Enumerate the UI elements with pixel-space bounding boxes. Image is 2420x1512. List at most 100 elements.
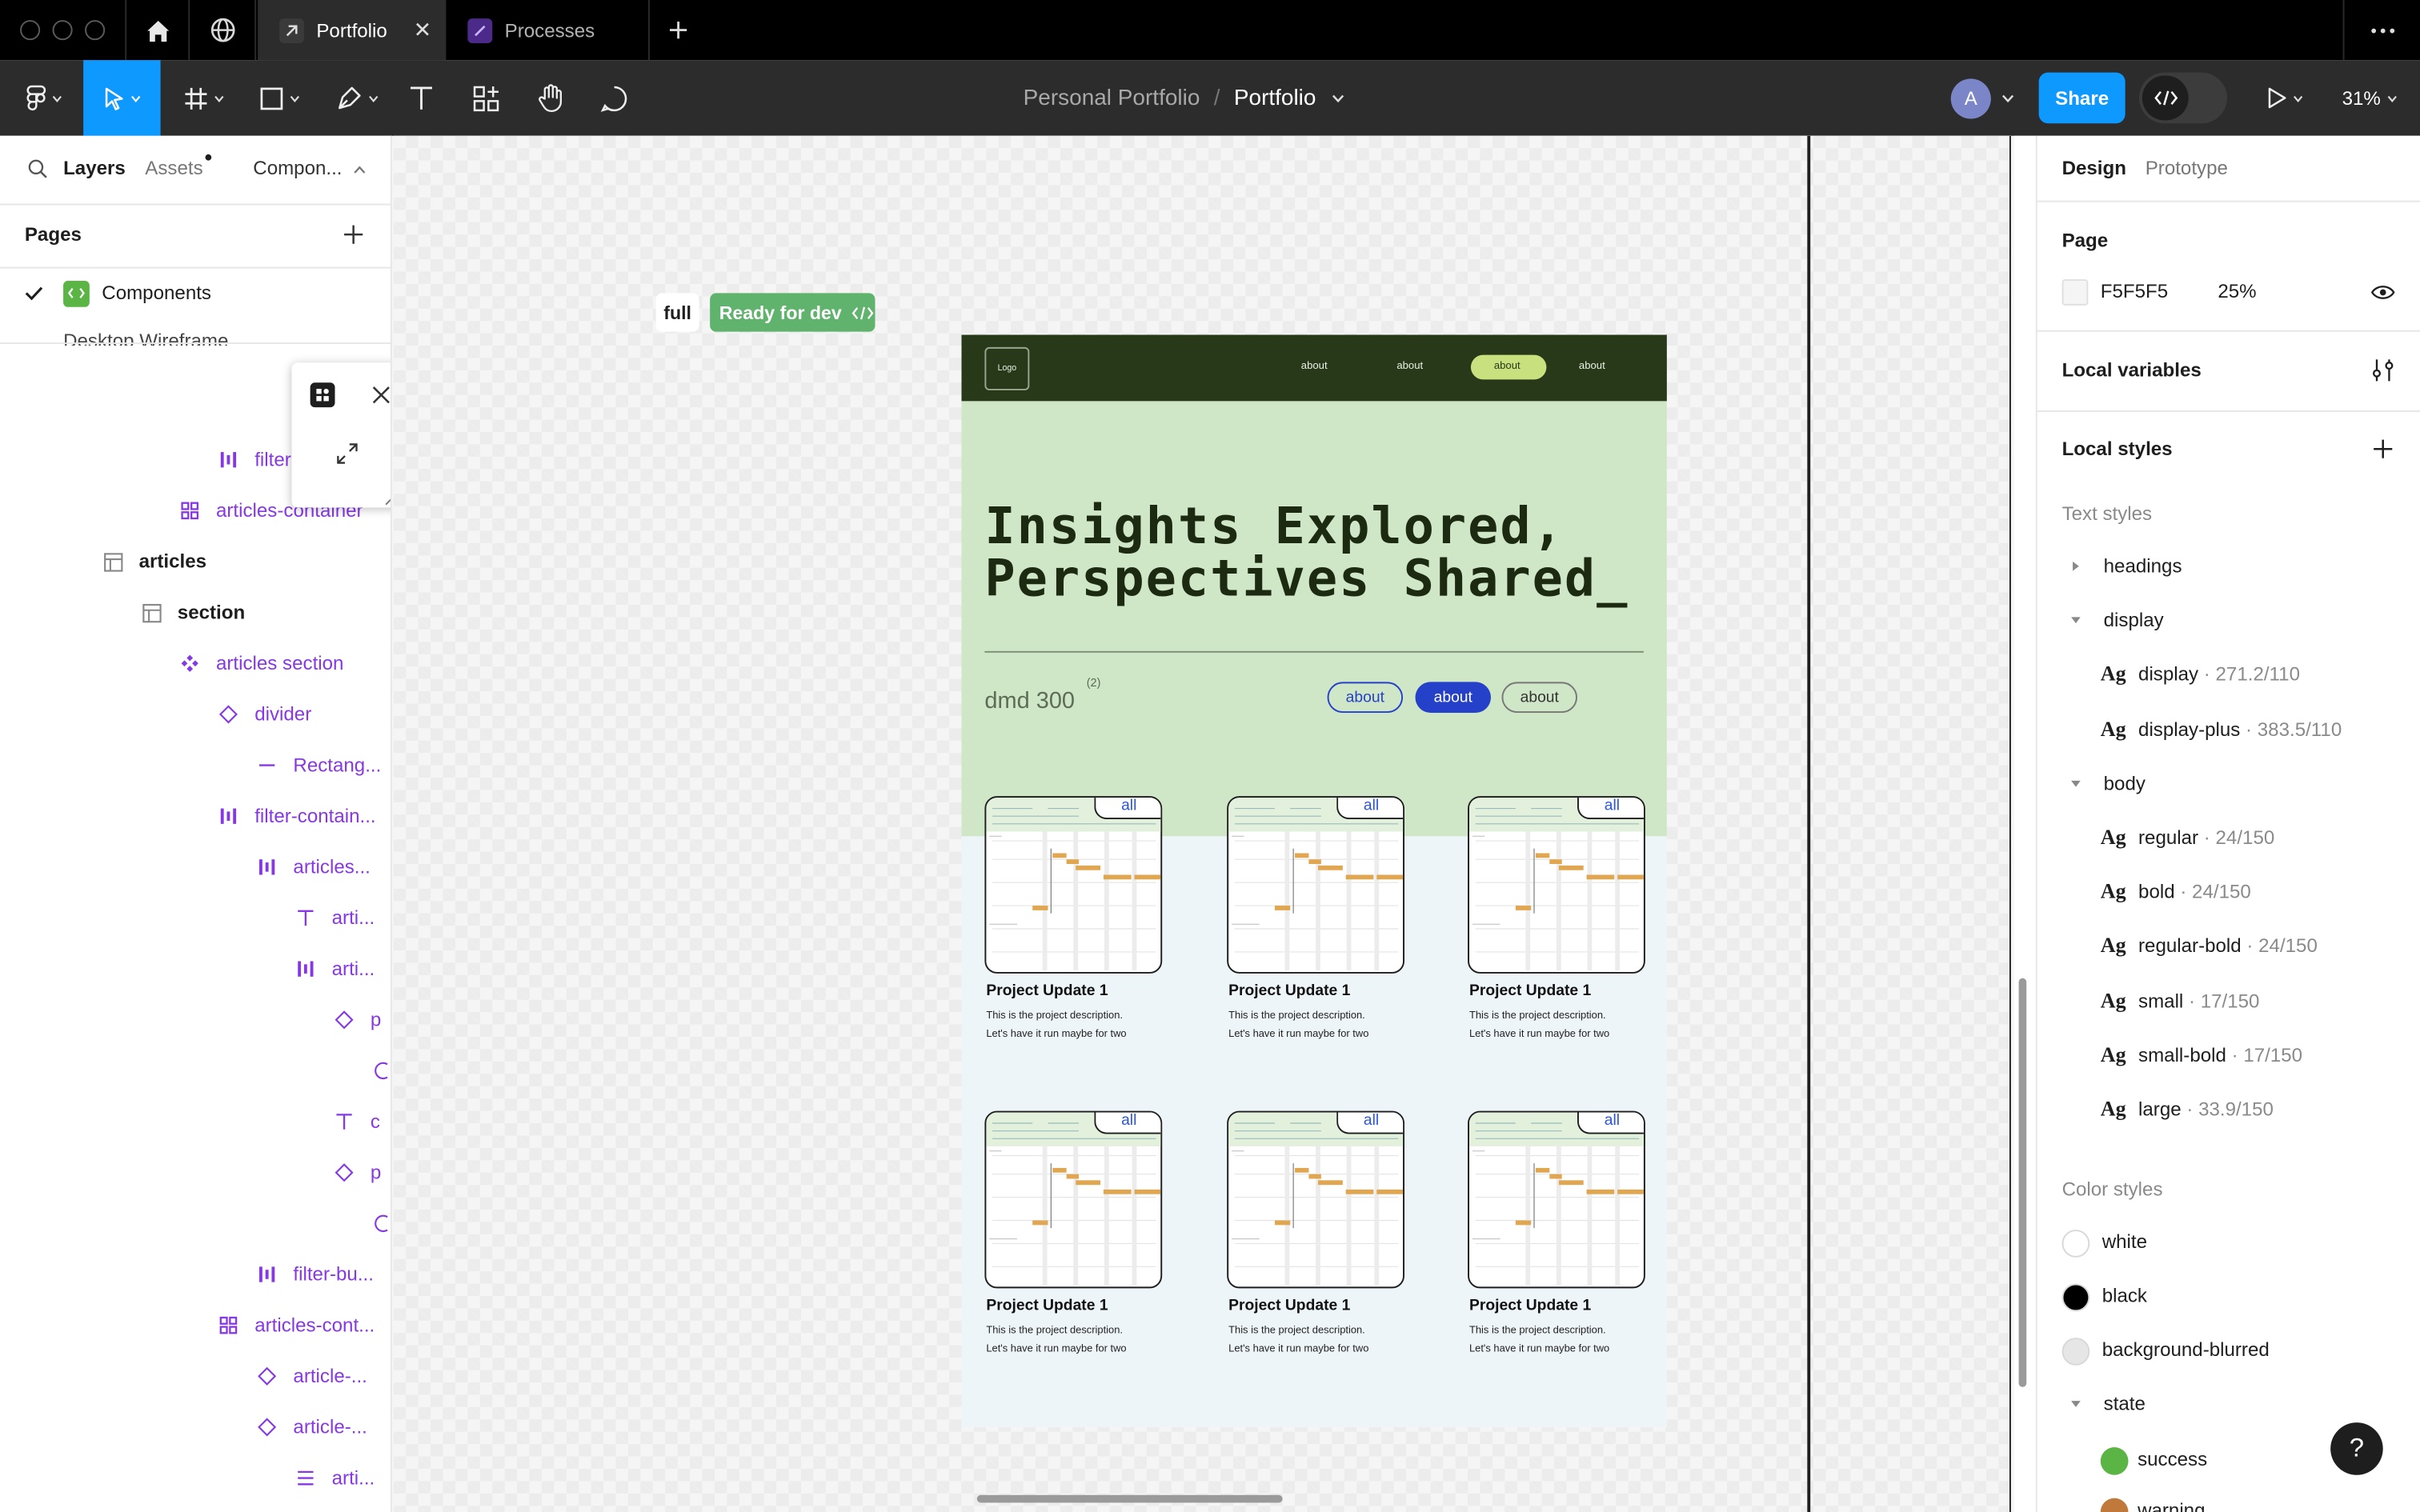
color-style-group[interactable]: state: [2069, 1393, 2146, 1414]
layer-item[interactable]: p: [334, 1157, 382, 1188]
comment-tool-button[interactable]: [591, 60, 638, 135]
chevron-down-icon[interactable]: [1332, 94, 1344, 103]
layer-item[interactable]: arti...: [294, 902, 375, 934]
layer-label: section: [177, 602, 246, 624]
layer-item[interactable]: divider: [218, 699, 311, 730]
dev-mode-toggle[interactable]: [2138, 72, 2227, 124]
horizontal-scrollbar[interactable]: [976, 1494, 1283, 1503]
chevron-down-icon[interactable]: [2001, 94, 2014, 104]
move-tool-button[interactable]: [83, 60, 161, 136]
window-minimize-control[interactable]: [52, 20, 73, 41]
text-style-group[interactable]: headings: [2069, 555, 2182, 577]
share-button[interactable]: Share: [2038, 72, 2126, 124]
color-style-name[interactable]: white: [2102, 1231, 2147, 1253]
layer-item[interactable]: c: [334, 1106, 380, 1138]
eye-icon[interactable]: [2370, 284, 2395, 301]
breadcrumb-project[interactable]: Personal Portfolio: [1024, 86, 1200, 110]
text-style-item[interactable]: Ag large · 33.9/150: [2101, 1097, 2274, 1122]
portfolio-frame[interactable]: Logo about about about about Insights Ex…: [961, 334, 1667, 1427]
zoom-control[interactable]: 31%: [2330, 60, 2407, 135]
layer-item[interactable]: arti...: [294, 954, 375, 985]
layer-label: p: [370, 1162, 382, 1184]
layer-item[interactable]: section: [140, 597, 245, 628]
layer-item[interactable]: Rectang...: [256, 750, 381, 781]
layer-item[interactable]: articles section: [179, 648, 343, 679]
tab-portfolio[interactable]: Portfolio ✕: [258, 0, 447, 61]
globe-icon[interactable]: [191, 0, 257, 61]
help-button[interactable]: ?: [2330, 1422, 2383, 1475]
vertical-scrollbar[interactable]: [2018, 978, 2027, 1387]
layer-item[interactable]: filter: [218, 444, 291, 475]
color-swatch[interactable]: [2061, 1230, 2090, 1258]
close-icon[interactable]: [372, 386, 391, 404]
breadcrumb: Personal Portfolio / Portfolio: [1024, 60, 1344, 135]
layer-item[interactable]: filter-contain...: [218, 801, 376, 832]
plugin-icon[interactable]: [310, 382, 335, 408]
color-swatch[interactable]: [2100, 1446, 2129, 1475]
tab-assets[interactable]: Assets: [145, 158, 202, 179]
components-page-selector[interactable]: Compon...: [253, 158, 342, 179]
main-menu-button[interactable]: [12, 60, 74, 135]
window-close-control[interactable]: [20, 20, 41, 41]
text-style-item[interactable]: Ag regular-bold · 24/150: [2101, 934, 2318, 959]
resources-tool-button[interactable]: [463, 60, 510, 135]
present-button[interactable]: [2257, 60, 2312, 135]
more-icon[interactable]: [2342, 0, 2420, 61]
layer-item[interactable]: articles-cont...: [218, 1310, 375, 1341]
expand-icon[interactable]: [335, 442, 359, 466]
canvas[interactable]: full Ready for dev Logo about about abou…: [393, 135, 2011, 1512]
color-style-name[interactable]: black: [2102, 1285, 2147, 1306]
frame-label[interactable]: full: [655, 293, 699, 332]
layer-item[interactable]: [372, 1055, 391, 1086]
tab-design[interactable]: Design: [2062, 158, 2126, 179]
close-tab-icon[interactable]: ✕: [414, 17, 432, 43]
text-style-item[interactable]: Ag small-bold · 17/150: [2101, 1042, 2302, 1067]
text-style-item[interactable]: Ag bold · 24/150: [2101, 880, 2251, 905]
layer-item[interactable]: article-...: [256, 1412, 367, 1443]
breadcrumb-file[interactable]: Portfolio: [1234, 86, 1316, 110]
shape-tool-button[interactable]: [247, 60, 312, 135]
color-swatch[interactable]: [2100, 1498, 2129, 1512]
add-style-icon[interactable]: [2372, 438, 2394, 460]
text-style-item[interactable]: Ag small · 17/150: [2101, 988, 2260, 1013]
tab-processes[interactable]: Processes: [446, 0, 650, 61]
page-item-components[interactable]: Components: [25, 278, 211, 309]
layer-item[interactable]: arti...: [294, 1462, 375, 1494]
hand-tool-button[interactable]: [528, 60, 575, 135]
color-swatch[interactable]: [2061, 1283, 2090, 1312]
color-style-name[interactable]: background-blurred: [2102, 1339, 2270, 1361]
text-style-item[interactable]: Ag regular · 24/150: [2101, 826, 2274, 850]
resize-handle-icon[interactable]: [384, 489, 392, 506]
text-style-item[interactable]: Ag display-plus · 383.5/110: [2101, 717, 2342, 742]
home-icon[interactable]: [125, 0, 190, 61]
page-color-swatch[interactable]: [2061, 279, 2089, 306]
frame-tool-button[interactable]: [171, 60, 236, 135]
color-style-name[interactable]: warning: [2138, 1500, 2205, 1512]
plus-icon[interactable]: [650, 0, 705, 60]
tab-layers[interactable]: Layers: [63, 158, 126, 179]
layer-item[interactable]: articles...: [256, 852, 371, 883]
avatar[interactable]: A: [1950, 78, 1991, 119]
add-page-icon[interactable]: [343, 224, 364, 246]
color-style-name[interactable]: success: [2138, 1449, 2207, 1470]
text-tool-button[interactable]: [399, 60, 445, 135]
ready-for-dev-badge[interactable]: Ready for dev: [710, 293, 875, 332]
text-style-group[interactable]: display: [2069, 610, 2164, 631]
layer-item[interactable]: [372, 1208, 391, 1239]
chevron-up-icon[interactable]: [354, 165, 366, 174]
layer-item[interactable]: article-...: [256, 1361, 367, 1392]
pen-tool-button[interactable]: [324, 60, 389, 135]
tab-prototype[interactable]: Prototype: [2146, 158, 2228, 179]
layer-item[interactable]: filter-bu...: [256, 1259, 374, 1290]
variables-settings-icon[interactable]: [2370, 358, 2395, 382]
text-style-group[interactable]: body: [2069, 773, 2146, 794]
color-swatch[interactable]: [2061, 1338, 2090, 1366]
layer-item[interactable]: articles: [102, 546, 206, 578]
text-style-item[interactable]: Ag display · 271.2/110: [2101, 662, 2300, 687]
window-zoom-control[interactable]: [85, 20, 106, 41]
page-color-opacity[interactable]: 25%: [2218, 281, 2256, 302]
search-icon[interactable]: [28, 159, 48, 179]
layer-item[interactable]: p: [334, 1004, 381, 1035]
page-color-hex[interactable]: F5F5F5: [2101, 281, 2168, 302]
local-variables-title[interactable]: Local variables: [2062, 359, 2202, 381]
